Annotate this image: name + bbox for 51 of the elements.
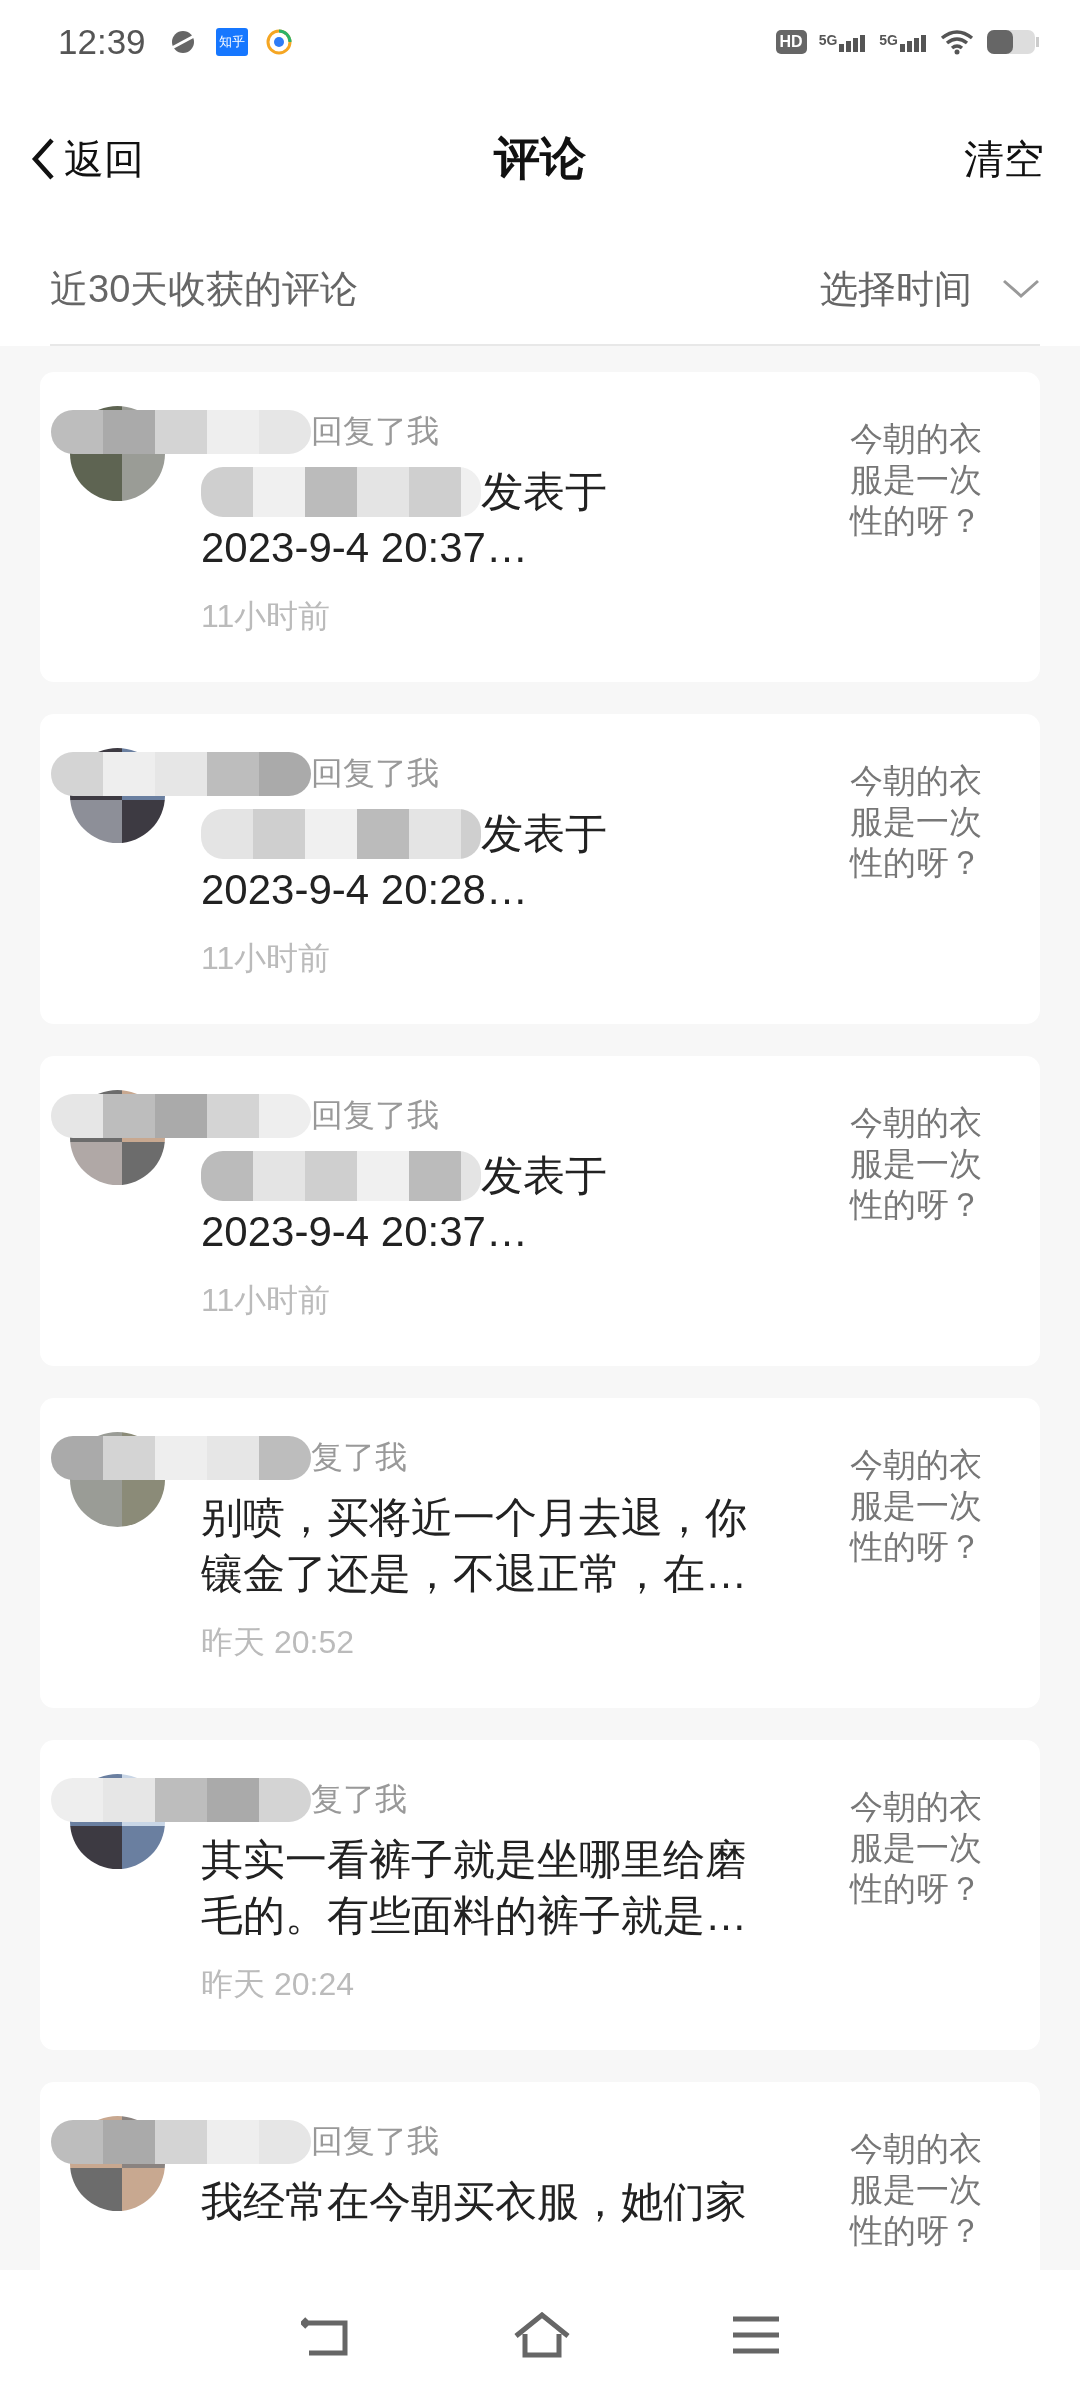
comment-card[interactable]: 复了我 其实一看裤子就是坐哪里给磨 毛的。有些面料的裤子就是… 昨天 20:24 今朝的衣服是一次性的呀？: [40, 1740, 1040, 2050]
comment-text: 镶金了还是，不退正常，在…: [201, 1549, 747, 1599]
reply-label: 复了我: [311, 1780, 407, 1819]
back-button[interactable]: 返回: [30, 131, 144, 187]
comment-text: 毛的。有些面料的裤子就是…: [201, 1891, 747, 1941]
post-title: 今朝的衣服是一次性的呀？: [850, 1103, 983, 1225]
comment-card[interactable]: 回复了我 发表于 2023-9-4 20:37… 11小时前 今朝的衣服是一次性的呀？: [40, 1056, 1040, 1366]
comment-card[interactable]: 回复了我 发表于 2023-9-4 20:28… 11小时前 今朝的衣服是一次性的呀？: [40, 714, 1040, 1024]
wifi-icon: [940, 29, 974, 55]
post-title: 今朝的衣服是一次性的呀？: [850, 2129, 983, 2251]
signal-indicator: 5G: [818, 32, 868, 52]
comment-text: 2023-9-4 20:37…: [201, 1208, 528, 1256]
clock: 12:39: [58, 22, 146, 62]
post-title: 今朝的衣服是一次性的呀？: [850, 761, 983, 883]
post-title: 今朝的衣服是一次性的呀？: [850, 1787, 983, 1909]
post-title: 今朝的衣服是一次性的呀？: [850, 1445, 983, 1567]
comment-time: 昨天 20:24: [201, 1965, 355, 2004]
comment-text: 发表于: [481, 809, 607, 859]
reply-label: 回复了我: [311, 2122, 439, 2161]
comment-text: 2023-9-4 20:28…: [201, 866, 528, 914]
signal-indicator: 5G: [879, 32, 928, 52]
reply-label: 回复了我: [311, 1096, 439, 1135]
comment-time: 11小时前: [201, 597, 332, 636]
chevron-down-icon: [1002, 279, 1040, 299]
comment-text: 发表于: [481, 467, 607, 517]
app-icon: [265, 29, 292, 55]
comment-text: 2023-9-4 20:37…: [201, 524, 528, 572]
filter-label: 近30天收获的评论: [50, 266, 360, 312]
comment-time: 昨天 20:52: [201, 1623, 355, 1662]
home-icon[interactable]: [513, 2312, 571, 2358]
app-badge: 知乎: [215, 28, 248, 56]
post-title: 今朝的衣服是一次性的呀？: [850, 419, 983, 541]
reply-label: 复了我: [311, 1438, 407, 1477]
comment-time: 11小时前: [201, 1281, 332, 1320]
page-title: 评论: [494, 132, 586, 184]
comment-text: 我经常在今朝买衣服，她们家: [201, 2177, 747, 2227]
comment-text: 发表于: [481, 1151, 607, 1201]
menu-icon[interactable]: [733, 2315, 779, 2355]
reply-label: 回复了我: [311, 412, 439, 451]
chevron-left-icon: [30, 137, 56, 181]
time-picker[interactable]: 选择时间: [820, 263, 1040, 315]
comment-card[interactable]: 回复了我 我经常在今朝买衣服，她们家 今朝的衣服是一次性的呀？: [40, 2082, 1040, 2270]
comment-card[interactable]: 复了我 别喷，买将近一个月去退，你 镶金了还是，不退正常，在… 昨天 20:52 今朝的衣服是一次性的呀？: [40, 1398, 1040, 1708]
comment-text: 其实一看裤子就是坐哪里给磨: [201, 1835, 747, 1885]
comment-text: 别喷，买将近一个月去退，你: [201, 1493, 747, 1543]
battery-icon: [986, 28, 1040, 56]
clear-button[interactable]: 清空: [964, 131, 1044, 187]
hd-badge: HD: [775, 30, 807, 54]
reply-label: 回复了我: [311, 754, 439, 793]
comment-time: 11小时前: [201, 939, 332, 978]
comment-card[interactable]: 回复了我 发表于 2023-9-4 20:37… 11小时前 今朝的衣服是一次性的呀？: [40, 372, 1040, 682]
